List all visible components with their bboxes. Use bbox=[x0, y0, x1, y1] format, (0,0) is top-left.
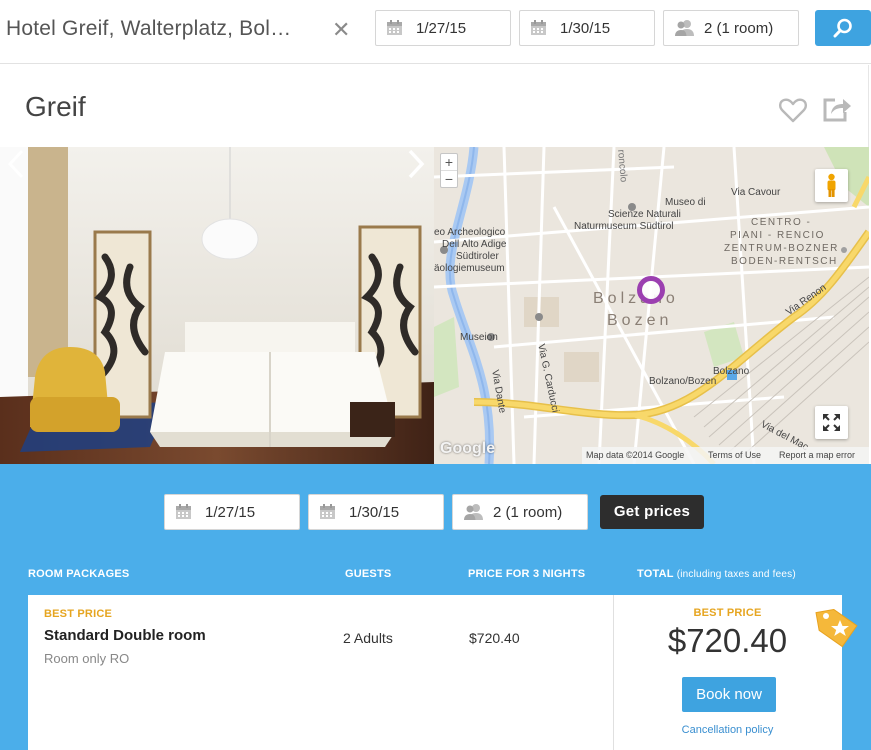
map-fullscreen-button[interactable] bbox=[815, 406, 848, 439]
search-icon bbox=[833, 18, 852, 38]
get-prices-button[interactable]: Get prices bbox=[600, 495, 704, 529]
calendar-icon bbox=[387, 20, 402, 35]
calendar-icon bbox=[320, 504, 335, 519]
map-data-text: Map data ©2014 Google bbox=[586, 450, 685, 460]
previous-photo-button[interactable] bbox=[4, 147, 28, 181]
total-price: $720.40 bbox=[667, 622, 788, 659]
total-header-label: TOTAL bbox=[637, 568, 674, 580]
map-label: Museo di bbox=[665, 197, 706, 208]
map-district-label: BODEN-RENTSCH bbox=[731, 256, 838, 267]
booking-panel: 1/27/15 1/30/15 2 (1 room) Get prices RO… bbox=[0, 464, 871, 750]
destination-input[interactable]: Hotel Greif, Walterplatz, Bol… bbox=[6, 17, 324, 41]
zoom-in-button[interactable]: + bbox=[441, 154, 457, 171]
hotel-location-marker[interactable] bbox=[637, 276, 665, 304]
next-photo-button[interactable] bbox=[404, 147, 428, 181]
booking-guests-field[interactable]: 2 (1 room) bbox=[452, 494, 588, 530]
heart-icon[interactable] bbox=[779, 97, 807, 123]
map-label: Scienze Naturali bbox=[608, 209, 681, 220]
calendar-icon bbox=[531, 20, 546, 35]
offer-card: BEST PRICE Standard Double room Room onl… bbox=[28, 595, 842, 750]
column-header-room-packages: ROOM PACKAGES bbox=[28, 568, 130, 580]
search-bar: Hotel Greif, Walterplatz, Bol… ✕ 1/27/15… bbox=[0, 0, 871, 64]
guests-icon bbox=[464, 504, 483, 520]
expand-icon bbox=[823, 414, 840, 431]
checkin-field[interactable]: 1/27/15 bbox=[375, 10, 511, 46]
google-logo: Google bbox=[440, 440, 496, 457]
checkout-field[interactable]: 1/30/15 bbox=[519, 10, 655, 46]
map-label: äologiemuseum bbox=[434, 263, 505, 274]
best-deal-tag-icon bbox=[815, 608, 858, 648]
total-best-price-badge: BEST PRICE bbox=[693, 607, 762, 619]
share-icon[interactable] bbox=[822, 95, 852, 123]
map-label: Naturmuseum Südtirol bbox=[574, 221, 674, 232]
column-header-guests: GUESTS bbox=[345, 568, 392, 580]
book-now-button[interactable]: Book now bbox=[682, 677, 776, 712]
map-district-label: CENTRO - bbox=[751, 217, 812, 228]
column-header-total: TOTAL (including taxes and fees) bbox=[637, 568, 796, 580]
zoom-out-button[interactable]: − bbox=[441, 171, 457, 188]
map-label: eo Archeologico bbox=[434, 227, 506, 238]
street-view-button[interactable] bbox=[815, 169, 848, 202]
checkin-value: 1/27/15 bbox=[416, 20, 467, 37]
map-label: Südtiroler bbox=[456, 251, 499, 262]
location-map[interactable]: Museo di Scienze Naturali Naturmuseum Sü… bbox=[434, 147, 869, 464]
checkout-value: 1/30/15 bbox=[560, 20, 611, 37]
room-photo-image bbox=[0, 147, 434, 464]
map-attribution: Map data ©2014 Google Terms of Use Repor… bbox=[582, 447, 869, 464]
search-button[interactable] bbox=[815, 10, 871, 46]
booking-checkin-value: 1/27/15 bbox=[205, 504, 256, 521]
map-district-label: PIANI - RENCIO bbox=[730, 230, 825, 241]
pegman-icon bbox=[827, 173, 836, 197]
calendar-icon bbox=[176, 504, 191, 519]
offer-guests: 2 Adults bbox=[343, 630, 393, 646]
map-label: Via Cavour bbox=[731, 187, 781, 198]
terms-of-use-link[interactable]: Terms of Use bbox=[708, 447, 761, 464]
booking-checkout-field[interactable]: 1/30/15 bbox=[308, 494, 444, 530]
map-district-label: ZENTRUM-BOZNER bbox=[724, 243, 839, 254]
hotel-header: Greif bbox=[0, 65, 869, 147]
room-type: Room only RO bbox=[44, 651, 130, 666]
hotel-photo bbox=[0, 147, 434, 464]
map-label: Dell Alto Adige bbox=[442, 239, 507, 250]
map-zoom-control: + − bbox=[440, 153, 458, 188]
map-label: Museion bbox=[460, 332, 498, 343]
guests-field[interactable]: 2 (1 room) bbox=[663, 10, 799, 46]
offer-price: $720.40 bbox=[469, 630, 520, 646]
guests-value: 2 (1 room) bbox=[704, 20, 774, 37]
guests-icon bbox=[675, 20, 694, 36]
column-header-price: PRICE FOR 3 NIGHTS bbox=[468, 568, 586, 580]
map-city-label: Bolzano bbox=[593, 290, 679, 307]
map-city-label: Bozen bbox=[607, 312, 673, 329]
map-label: Bolzano bbox=[713, 366, 750, 377]
hotel-name: Greif bbox=[25, 91, 86, 122]
room-name: Standard Double room bbox=[44, 627, 206, 644]
booking-guests-value: 2 (1 room) bbox=[493, 504, 563, 521]
booking-checkout-value: 1/30/15 bbox=[349, 504, 400, 521]
booking-checkin-field[interactable]: 1/27/15 bbox=[164, 494, 300, 530]
close-icon[interactable]: ✕ bbox=[332, 19, 350, 41]
map-label: Bolzano/Bozen bbox=[649, 376, 717, 387]
report-map-error-link[interactable]: Report a map error bbox=[779, 447, 855, 464]
best-price-badge: BEST PRICE bbox=[44, 608, 113, 620]
total-header-sub: (including taxes and fees) bbox=[676, 569, 796, 580]
cancellation-policy-link[interactable]: Cancellation policy bbox=[613, 724, 842, 736]
